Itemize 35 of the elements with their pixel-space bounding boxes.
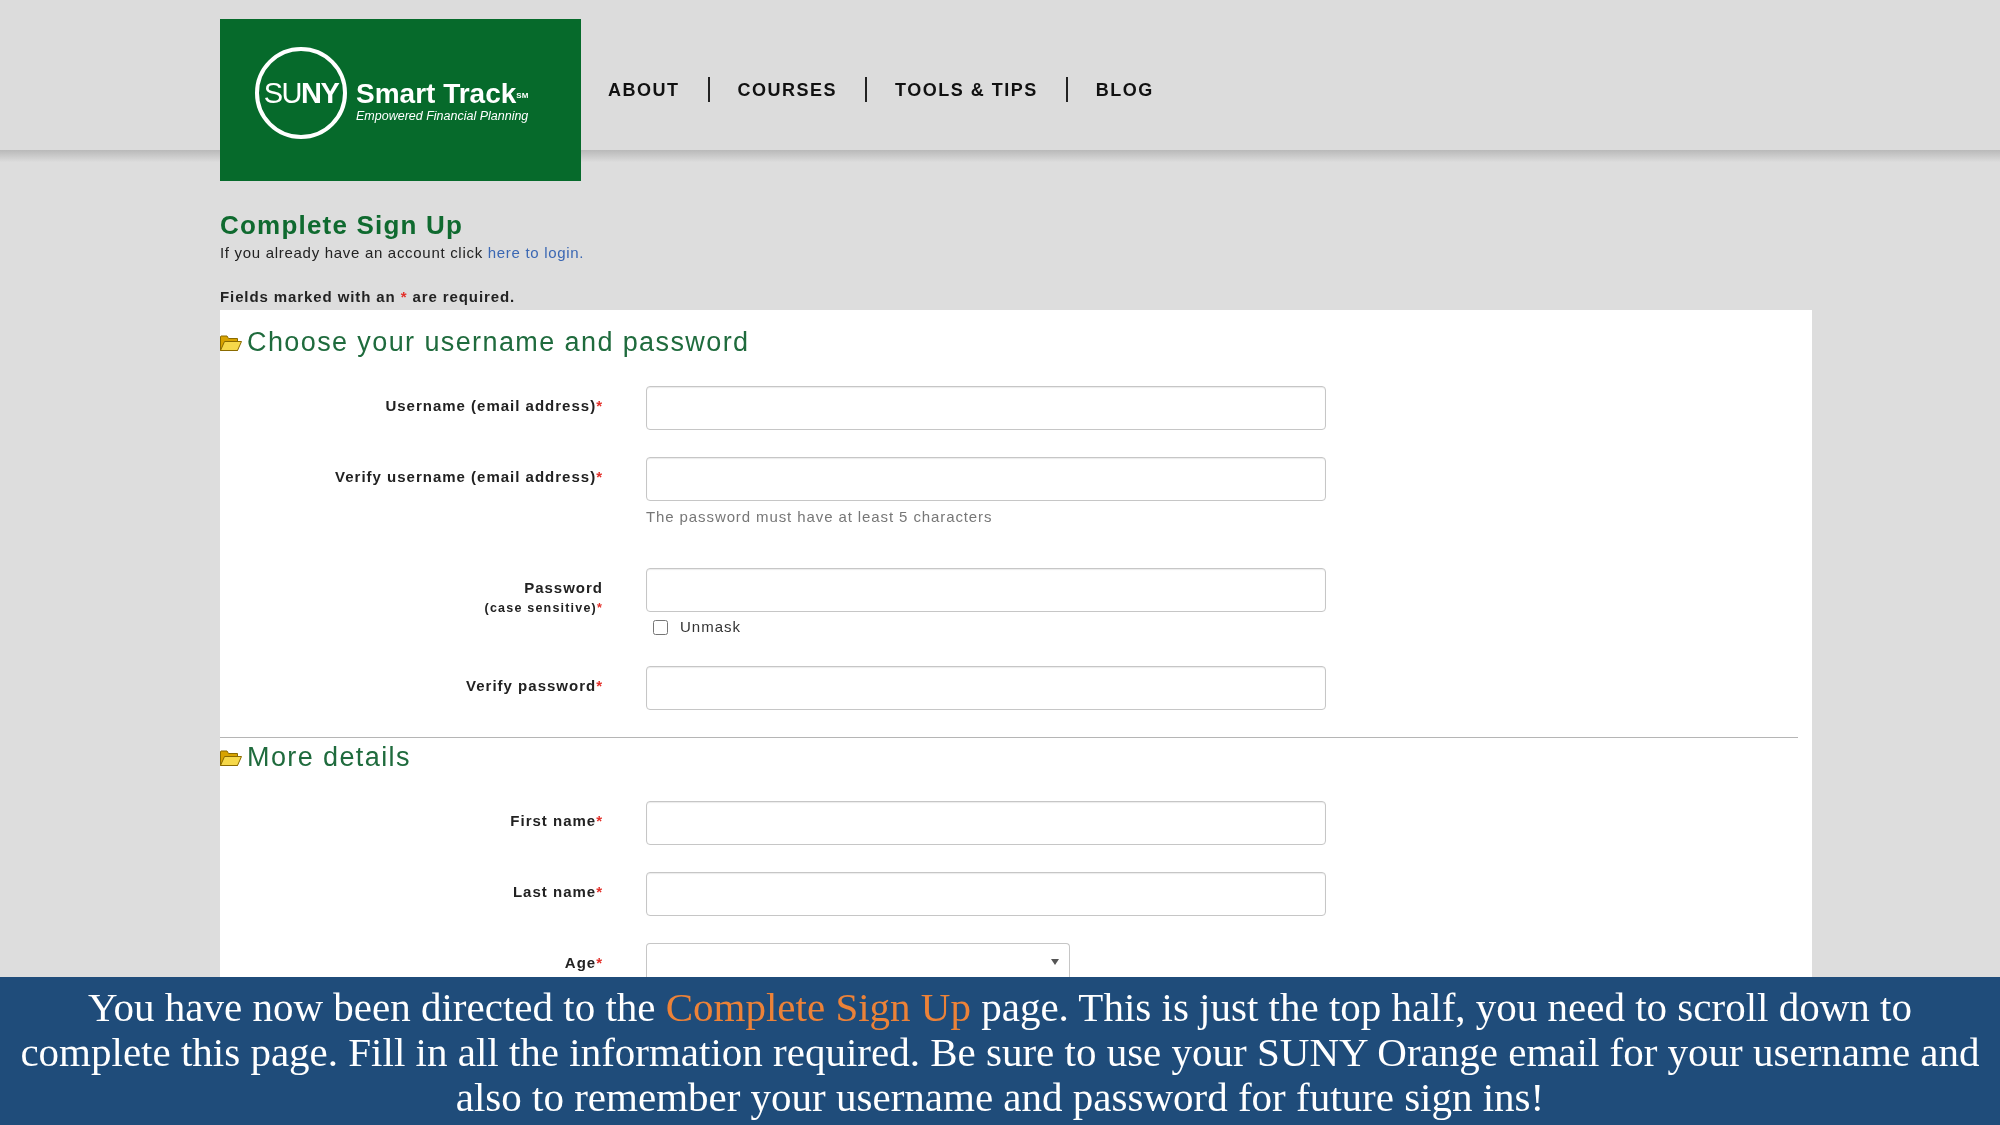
folder-icon <box>220 333 242 351</box>
page-title: Complete Sign Up <box>220 210 464 240</box>
login-prompt: If you already have an account click here to login. <box>220 244 585 262</box>
password-field[interactable] <box>646 568 1326 612</box>
section-title: Choose your username and password <box>247 327 750 357</box>
nav-link[interactable]: COURSES <box>709 78 865 101</box>
select-field[interactable] <box>646 943 1070 977</box>
field-label: Age* <box>564 954 603 972</box>
input-field[interactable] <box>646 457 1326 501</box>
password-field[interactable] <box>646 666 1326 710</box>
checkbox[interactable] <box>653 619 668 635</box>
field-label: Username (email address)* <box>385 397 603 415</box>
caret-icon <box>1051 958 1059 965</box>
field-label: First name* <box>510 812 603 830</box>
input-field[interactable] <box>646 872 1326 916</box>
logo-name: Smart Track$^{SM}$ <box>356 79 529 109</box>
logo-emblem: SUNY <box>255 47 347 139</box>
nav-link[interactable]: BLOG <box>1067 78 1182 101</box>
login-link[interactable]: here to login. <box>487 244 585 261</box>
field-hint: The password must have at least 5 characters <box>646 509 993 525</box>
caption-banner: You have now been directed to the Complete Sign Up page. This is just the top half, you need to scroll down to complete this page. Fill in all the information required. Be sure to use your SUNY Orange email for your username and also to remember your username and password for future sign ins! <box>0 977 2000 1125</box>
field-label: Verify password* <box>466 677 603 695</box>
field-sublabel: (case sensitive)* <box>484 601 603 616</box>
field-label: Password <box>524 579 603 597</box>
logo-tagline: Empowered Financial Planning <box>356 109 529 123</box>
nav-link[interactable]: TOOLS & TIPS <box>867 78 1066 101</box>
field-label: Verify username (email address)* <box>335 468 603 486</box>
input-field[interactable] <box>646 801 1326 845</box>
checkbox-label: Unmask <box>680 618 741 636</box>
field-label: Last name* <box>512 883 603 901</box>
nav-link[interactable]: ABOUT <box>580 78 708 101</box>
folder-icon <box>220 748 242 766</box>
input-field[interactable] <box>646 386 1326 430</box>
section-title: More details <box>247 742 411 772</box>
required-note: Fields marked with an * are required. <box>220 288 516 306</box>
